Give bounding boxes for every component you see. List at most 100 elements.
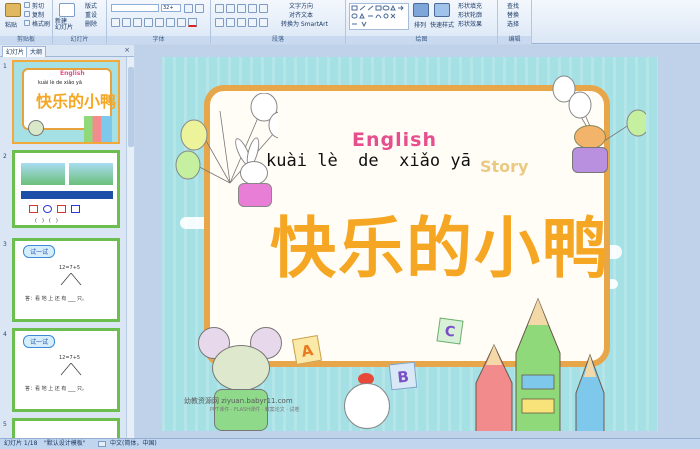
reset-button[interactable]: 重设	[85, 10, 97, 19]
status-bar: 幻灯片 1/18 "默认设计模板" 中文(简体，中国)	[0, 438, 700, 449]
status-theme: "默认设计模板"	[44, 440, 86, 447]
arrange-icon[interactable]	[413, 3, 429, 17]
grow-font-icon[interactable]	[184, 4, 193, 13]
cut-button[interactable]: 剪切	[32, 1, 44, 10]
slide-thumbnail-1[interactable]: English kuài lè de xiǎo yā 快乐的小鸭	[12, 60, 120, 144]
slide-title: 快乐的小鸭	[270, 210, 610, 287]
editing-label: 编辑	[498, 36, 531, 44]
ribbon: 粘贴 剪切 复制 格式刷 剪贴板 新建 幻灯片 版式 重设 删除 幻灯片 32+…	[0, 0, 700, 44]
pinyin-syllable: lè	[317, 151, 338, 171]
thumb-badge: 试一试	[23, 335, 56, 348]
slide-number: 5	[3, 421, 7, 428]
align-center-icon[interactable]	[226, 18, 235, 27]
slide-thumbnail-4[interactable]: 试一试 12=7+5 答：看 地 上 还 有 ___ 只。	[12, 328, 120, 412]
select-button[interactable]: 选择	[507, 19, 519, 28]
tab-outline[interactable]: 大纲	[26, 46, 47, 57]
shape-outline-button[interactable]: 形状轮廓	[458, 10, 482, 19]
change-case-icon[interactable]	[177, 18, 186, 27]
slide-thumbnail-3[interactable]: 试一试 12=7+5 答：看 地 上 还 有 ___ 只。	[12, 238, 120, 322]
text-direction-button[interactable]: 文字方向	[289, 1, 313, 10]
delete-button[interactable]: 删除	[85, 19, 97, 28]
tab-slides[interactable]: 幻灯片	[2, 46, 29, 57]
paragraph-label: 段落	[211, 36, 345, 44]
paste-icon[interactable]	[5, 3, 21, 17]
replace-button[interactable]: 替换	[507, 10, 519, 19]
pencils-illustration	[475, 297, 605, 431]
slide-number: 2	[3, 153, 7, 160]
pinyin-syllable: xiǎo	[399, 151, 441, 171]
clipboard-label: 剪贴板	[0, 36, 52, 44]
slide-thumbnails: 1 English kuài lè de xiǎo yā 快乐的小鸭 2 ( )…	[0, 57, 126, 438]
new-slide-icon[interactable]	[59, 3, 75, 17]
scrollbar-thumb[interactable]	[128, 67, 134, 147]
underline-icon[interactable]	[133, 18, 142, 27]
pinyin-syllable: kuài	[266, 151, 307, 171]
thumb-blue-bar	[21, 191, 113, 199]
slide-number: 1	[3, 63, 7, 70]
thumb-scene-right	[69, 163, 113, 185]
convert-smartart-button[interactable]: 转换为 SmartArt	[281, 19, 328, 28]
align-text-button[interactable]: 对齐文本	[289, 10, 313, 19]
justify-icon[interactable]	[248, 18, 257, 27]
align-left-icon[interactable]	[215, 18, 224, 27]
letter-block-a: A	[291, 334, 323, 366]
thumb-title: 快乐的小鸭	[36, 92, 117, 111]
arrange-button[interactable]: 排列	[414, 20, 426, 29]
thumb-pencils	[84, 116, 112, 142]
status-language: 中文(简体，中国)	[110, 440, 157, 447]
drawing-group: 排列 快速样式 形状填充 形状轮廓 形状效果 绘图	[346, 0, 498, 44]
font-name-box[interactable]	[111, 4, 159, 12]
layout-button[interactable]: 版式	[85, 1, 97, 10]
font-size-box[interactable]: 32+	[161, 4, 181, 12]
columns-icon[interactable]	[259, 18, 268, 27]
status-spell-icon[interactable]	[98, 441, 106, 447]
copy-button[interactable]: 复制	[32, 10, 44, 19]
align-right-icon[interactable]	[237, 18, 246, 27]
slides-group: 新建 幻灯片 版式 重设 删除 幻灯片	[53, 0, 107, 44]
thumb-english: English	[60, 70, 85, 77]
english-label: English	[352, 129, 437, 151]
chicken-character	[340, 373, 398, 431]
quick-styles-icon[interactable]	[434, 3, 450, 17]
bold-icon[interactable]	[111, 18, 120, 27]
format-painter-icon	[24, 20, 30, 26]
paste-button[interactable]: 粘贴	[5, 20, 17, 29]
numbering-icon[interactable]	[226, 4, 235, 13]
thumb-expression: 12=7+5	[59, 265, 81, 271]
thumb-answer: 答：看 地 上 还 有 ___ 只。	[25, 296, 88, 302]
format-painter-button[interactable]: 格式刷	[32, 19, 50, 28]
line-spacing-icon[interactable]	[259, 4, 268, 13]
strikethrough-icon[interactable]	[144, 18, 153, 27]
bullets-icon[interactable]	[215, 4, 224, 13]
thumb-badge: 试一试	[23, 245, 56, 258]
shapes-gallery[interactable]	[349, 3, 409, 30]
slide-thumbnail-5[interactable]	[12, 418, 120, 438]
new-slide-button[interactable]: 新建 幻灯片	[55, 19, 73, 31]
close-icon[interactable]: ×	[124, 46, 130, 54]
quick-styles-button[interactable]: 快速样式	[430, 20, 454, 29]
shadow-icon[interactable]	[155, 18, 164, 27]
pinyin-syllable: de	[358, 151, 379, 171]
font-color-icon[interactable]	[188, 18, 197, 27]
shape-effects-button[interactable]: 形状效果	[458, 19, 482, 28]
font-group: 32+ 字体	[107, 0, 211, 44]
thumb-tree-diagram	[60, 273, 82, 286]
decrease-indent-icon[interactable]	[237, 4, 246, 13]
thumbnail-scrollbar[interactable]	[126, 57, 134, 438]
slide-editor: English Story kuài lè de xiǎo yā 快乐的小鸭 A…	[135, 45, 700, 438]
main-slide[interactable]: English Story kuài lè de xiǎo yā 快乐的小鸭 A…	[162, 57, 658, 431]
slide-thumbnail-2[interactable]: ( ) ( )	[12, 150, 120, 228]
panel-tabs: 幻灯片 大纲 ×	[0, 45, 134, 57]
watermark: 幼教资源网 ziyuan.babyr11.com	[184, 397, 293, 405]
increase-indent-icon[interactable]	[248, 4, 257, 13]
find-button[interactable]: 查找	[507, 1, 519, 10]
editing-group: 查找 替换 选择 编辑	[498, 0, 532, 44]
italic-icon[interactable]	[122, 18, 131, 27]
thumb-expression: 12=7+5	[59, 355, 81, 361]
copy-icon	[24, 11, 30, 17]
shrink-font-icon[interactable]	[195, 4, 204, 13]
shape-fill-button[interactable]: 形状填充	[458, 1, 482, 10]
thumb-tree-diagram	[60, 363, 82, 376]
slide-number: 4	[3, 331, 7, 338]
char-spacing-icon[interactable]	[166, 18, 175, 27]
